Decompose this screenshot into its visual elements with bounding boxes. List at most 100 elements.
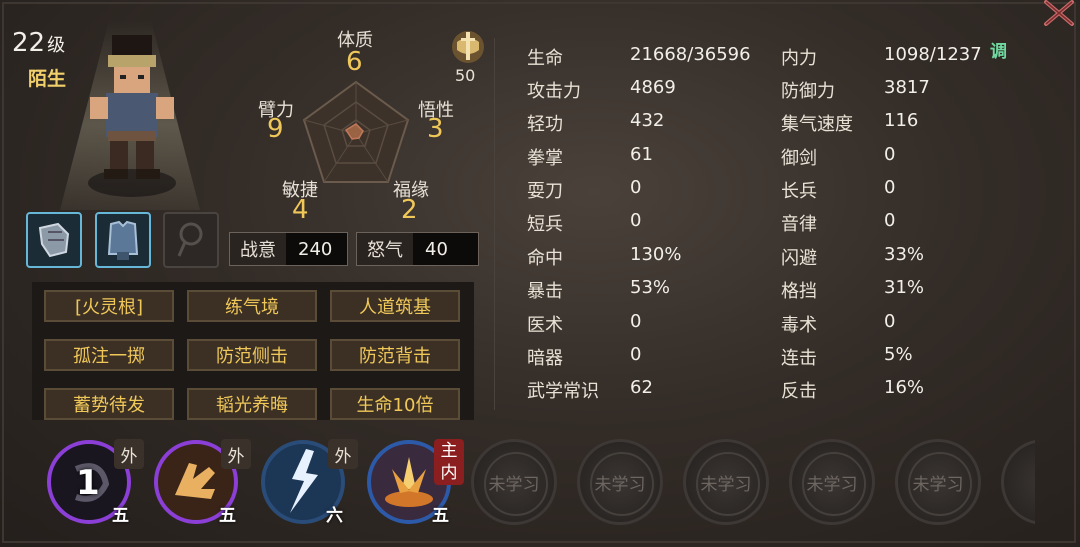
skill-type-tag: 外 [221, 439, 251, 469]
attr-value-fortune: 2 [401, 195, 418, 225]
stat-label: 武学常识 [527, 381, 599, 402]
stat-label: 攻击力 [527, 81, 581, 102]
sword-emblem-icon [452, 31, 484, 63]
skill-slot-clip: 未学 [1001, 439, 1035, 525]
armor-icon [107, 220, 139, 260]
stat-label: 暴击 [527, 281, 563, 302]
stat-value: 116 [884, 110, 919, 131]
skill-slot[interactable]: 外 六 [260, 439, 358, 526]
stat-value: 432 [630, 110, 665, 131]
stat-value: 31% [884, 277, 925, 298]
traits-panel: [火灵根] 练气境 人道筑基 孤注一掷 防范侧击 防范背击 蓄势待发 韬光养晦 … [32, 282, 474, 420]
trait-button[interactable]: 生命10倍 [330, 388, 460, 420]
character-rank: 陌生 [28, 68, 67, 90]
empty-skill-slot[interactable]: 未学 [1001, 439, 1035, 525]
skill-inner-tag: 内 [440, 463, 458, 483]
trait-button[interactable]: 防范侧击 [187, 339, 317, 371]
stat-value: 0 [630, 344, 642, 365]
stat-value: 5% [884, 344, 913, 365]
trait-button[interactable]: 韬光养晦 [187, 388, 317, 420]
stat-label: 拳掌 [527, 148, 563, 169]
stat-value: 53% [630, 277, 671, 298]
trait-button[interactable]: 人道筑基 [330, 290, 460, 322]
skill-slot[interactable]: 1 外 五 [46, 439, 144, 526]
gauntlet-icon [38, 222, 70, 258]
skill-slot[interactable]: 外 五 [153, 439, 251, 526]
stat-label: 集气速度 [781, 114, 853, 135]
stat-value: 62 [630, 377, 653, 398]
stat-value: 0 [630, 311, 642, 332]
stat-value: 4869 [630, 77, 676, 98]
trait-button[interactable]: [火灵根] [44, 290, 174, 322]
trait-button[interactable]: 防范背击 [330, 339, 460, 371]
stat-label: 耍刀 [527, 181, 563, 202]
stat-label: 御剑 [781, 148, 817, 169]
skill-type-tag: 外 [328, 439, 358, 469]
amulet-icon [177, 222, 203, 257]
stat-label: 医术 [527, 315, 563, 336]
stat-label: 内力 [781, 48, 817, 69]
skill-slot-number: 1 [76, 463, 100, 503]
stat-label: 生命 [527, 48, 563, 69]
attr-value-insight: 3 [427, 114, 444, 144]
slot-ring [590, 452, 654, 516]
equipment-slot-gloves[interactable] [26, 212, 82, 268]
meter-label: 战意 [240, 240, 276, 261]
stat-value: 61 [630, 144, 653, 165]
stat-value: 130% [630, 244, 682, 265]
stat-value: 21668/36596 [630, 44, 751, 65]
skill-rank: 五 [112, 506, 129, 526]
attr-value-constitution: 6 [346, 47, 363, 77]
empty-skill-slot[interactable]: 未学习 [895, 439, 981, 525]
empty-skill-slot[interactable]: 未学习 [789, 439, 875, 525]
equipment-slot-accessory[interactable] [163, 212, 219, 268]
stat-label: 反击 [781, 381, 817, 402]
tune-button[interactable]: 调 [990, 37, 1007, 62]
skill-rank: 五 [432, 506, 449, 526]
stat-label: 轻功 [527, 114, 563, 135]
empty-skill-slot[interactable]: 未学习 [471, 439, 557, 525]
stat-label: 短兵 [527, 214, 563, 235]
skill-main-tag: 主 [440, 441, 458, 461]
character-portrait [88, 35, 176, 197]
stat-value: 0 [884, 311, 896, 332]
stat-label: 音律 [781, 214, 817, 235]
meter-value: 240 [286, 233, 347, 265]
empty-skill-slot[interactable]: 未学习 [577, 439, 663, 525]
trait-button[interactable]: 孤注一掷 [44, 339, 174, 371]
panel-divider [494, 38, 495, 410]
attr-value-agility: 4 [292, 195, 309, 225]
stat-value: 16% [884, 377, 925, 398]
stat-label: 连击 [781, 348, 817, 369]
slot-ring [484, 452, 548, 516]
empty-skill-slot[interactable]: 未学习 [683, 439, 769, 525]
close-icon[interactable] [1042, 0, 1076, 26]
skill-slot[interactable]: 主 内 五 [366, 439, 464, 526]
stat-value: 1098/1237 [884, 44, 982, 65]
stat-label: 闪避 [781, 248, 817, 269]
stat-label: 防御力 [781, 81, 835, 102]
stat-value: 0 [884, 144, 896, 165]
meter-label: 怒气 [367, 240, 403, 261]
trait-button[interactable]: 练气境 [187, 290, 317, 322]
stat-value: 33% [884, 244, 925, 265]
stat-label: 格挡 [781, 281, 817, 302]
meter-value: 40 [413, 233, 478, 265]
attribute-radar-chart [302, 80, 410, 183]
rage-meter: 怒气 40 [356, 232, 479, 266]
stat-value: 3817 [884, 77, 930, 98]
emblem-value: 50 [455, 66, 476, 85]
skill-rank: 六 [326, 506, 343, 526]
stat-label: 命中 [527, 248, 563, 269]
stat-label: 毒术 [781, 315, 817, 336]
equipment-slot-armor[interactable] [95, 212, 151, 268]
trait-button[interactable]: 蓄势待发 [44, 388, 174, 420]
battle-will-meter: 战意 240 [229, 232, 348, 266]
slot-ring [908, 452, 972, 516]
skill-rank: 五 [219, 506, 236, 526]
stat-label: 长兵 [781, 181, 817, 202]
attr-value-strength: 9 [267, 114, 284, 144]
slot-ring [802, 452, 866, 516]
stat-value: 0 [630, 177, 642, 198]
skill-type-tag: 外 [114, 439, 144, 469]
